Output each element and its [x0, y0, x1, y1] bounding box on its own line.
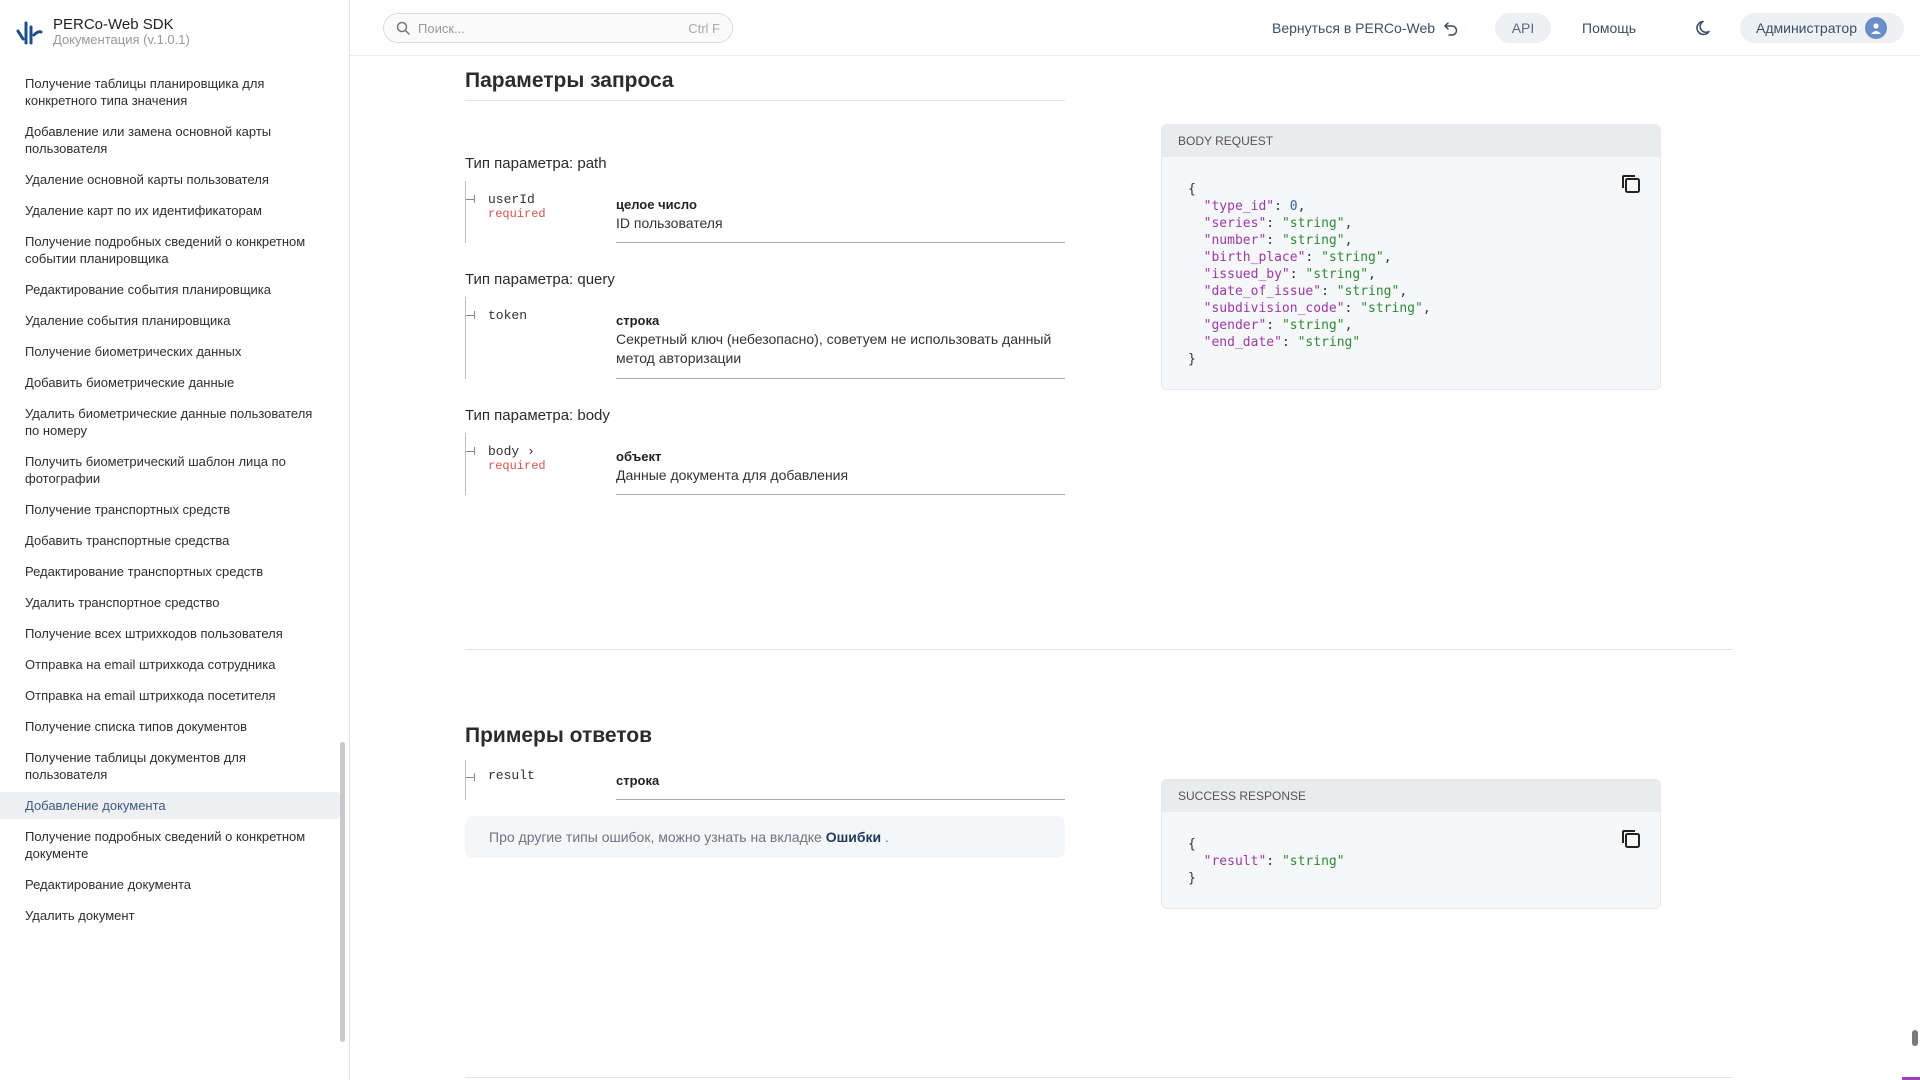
request-params-title: Параметры запроса: [465, 69, 674, 92]
top-header: Ctrl F Вернуться в PERCo-Web API Помощь …: [350, 0, 1920, 56]
param-type: строка: [616, 313, 660, 328]
body-request-panel: BODY REQUEST { "type_id": 0, "series": "…: [1161, 124, 1661, 390]
param-type-query: Тип параметра: query: [465, 271, 615, 288]
param-row-userId: userId required целое число ID пользоват…: [465, 181, 1065, 243]
param-required: required: [488, 207, 546, 221]
sidebar-item[interactable]: Получение списка типов документов: [0, 713, 340, 740]
param-name: userId: [488, 192, 535, 207]
success-response-panel: SUCCESS RESPONSE { "result": "string" }: [1161, 779, 1661, 909]
panel-title: BODY REQUEST: [1162, 125, 1660, 157]
back-label: Вернуться в PERCo-Web: [1272, 20, 1436, 36]
note-suffix: .: [885, 829, 889, 845]
param-description: Данные документа для добавления: [616, 467, 849, 483]
sidebar-item[interactable]: Редактирование документа: [0, 871, 340, 898]
sidebar-item[interactable]: Добавить биометрические данные: [0, 369, 340, 396]
param-required: required: [488, 459, 546, 473]
sidebar-item[interactable]: Редактирование транспортных средств: [0, 558, 340, 585]
param-description: ID пользователя: [616, 215, 723, 231]
sidebar-item[interactable]: Отправка на email штрихкода сотрудника: [0, 651, 340, 678]
body-request-code: { "type_id": 0, "series": "string", "num…: [1188, 182, 1431, 367]
user-menu-button[interactable]: Администратор: [1740, 13, 1904, 43]
param-name-expandable[interactable]: body ›: [488, 444, 535, 459]
sidebar-item[interactable]: Получение подробных сведений о конкретно…: [0, 228, 340, 272]
sidebar-item[interactable]: Удаление карт по их идентификаторам: [0, 197, 340, 224]
param-type: объект: [616, 449, 662, 464]
sidebar-item[interactable]: Удаление основной карты пользователя: [0, 166, 340, 193]
copy-icon[interactable]: [1620, 173, 1642, 195]
sidebar-item[interactable]: Получение всех штрихкодов пользователя: [0, 620, 340, 647]
param-type: строка: [616, 773, 660, 788]
sidebar-item[interactable]: Получить биометрический шаблон лица по ф…: [0, 448, 340, 492]
sidebar-scrollbar[interactable]: [340, 742, 345, 1042]
undo-arrow-icon: [1444, 22, 1458, 36]
api-button[interactable]: API: [1495, 13, 1551, 43]
sidebar-item[interactable]: Удалить документ: [0, 902, 340, 929]
help-link[interactable]: Помощь: [1582, 13, 1636, 43]
param-type-body: Тип параметра: body: [465, 407, 610, 424]
copy-icon[interactable]: [1620, 828, 1642, 850]
param-type-path: Тип параметра: path: [465, 155, 607, 172]
theme-toggle-button[interactable]: [1693, 13, 1717, 43]
main-scrollbar[interactable]: [1912, 1030, 1918, 1046]
brand-subtitle: Документация (v.1.0.1): [53, 32, 190, 47]
param-name: token: [488, 308, 528, 323]
main-content: Параметры запроса Тип параметра: path us…: [350, 57, 1920, 1080]
param-row-body[interactable]: body › required объект Данные документа …: [465, 433, 1065, 495]
back-to-perco-link[interactable]: Вернуться в PERCo-Web: [1272, 13, 1459, 43]
param-description: Секретный ключ (небезопасно), советуем н…: [616, 331, 1052, 366]
param-type: целое число: [616, 197, 697, 212]
param-row-result: result строка: [465, 760, 1065, 800]
sidebar-item[interactable]: Получение биометрических данных: [0, 338, 340, 365]
section-divider: [465, 649, 1733, 650]
responses-title: Примеры ответов: [465, 724, 653, 747]
title-divider: [465, 100, 1065, 101]
sidebar-item[interactable]: Получение подробных сведений о конкретно…: [0, 823, 340, 867]
brand[interactable]: PERCo-Web SDK Документация (v.1.0.1): [14, 14, 190, 50]
sidebar-item[interactable]: Отправка на email штрихкода посетителя: [0, 682, 340, 709]
sidebar-item[interactable]: Удаление события планировщика: [0, 307, 340, 334]
search-input[interactable]: [418, 20, 689, 36]
sidebar-item[interactable]: Редактирование события планировщика: [0, 276, 340, 303]
success-response-code: { "result": "string" }: [1188, 837, 1345, 886]
sidebar-nav: Получение таблицы планировщика для конкр…: [0, 70, 340, 933]
panel-title: SUCCESS RESPONSE: [1162, 780, 1660, 812]
sidebar-item-active[interactable]: Добавление документа: [0, 792, 340, 819]
search-box[interactable]: Ctrl F: [383, 13, 733, 43]
sidebar-item[interactable]: Получение таблицы документов для пользов…: [0, 744, 340, 788]
search-shortcut: Ctrl F: [688, 20, 720, 36]
sidebar-item[interactable]: Удалить биометрические данные пользовате…: [0, 400, 340, 444]
param-name: result: [488, 768, 535, 783]
sidebar-item[interactable]: Добавить транспортные средства: [0, 527, 340, 554]
sidebar-item[interactable]: Получение таблицы планировщика для конкр…: [0, 70, 340, 114]
user-avatar-icon: [1865, 17, 1888, 39]
perco-logo-icon: [16, 21, 43, 45]
param-row-token: token строка Секретный ключ (небезопасно…: [465, 297, 1065, 379]
moon-icon: [1696, 20, 1710, 36]
note-text: Про другие типы ошибок, можно узнать на …: [489, 829, 822, 845]
errors-tab-link[interactable]: Ошибки: [826, 829, 881, 845]
sidebar-item[interactable]: Удалить транспортное средство: [0, 589, 340, 616]
sidebar-item[interactable]: Добавление или замена основной карты пол…: [0, 118, 340, 162]
errors-note: Про другие типы ошибок, можно узнать на …: [465, 816, 1065, 858]
sidebar-item[interactable]: Получение транспортных средств: [0, 496, 340, 523]
user-label: Администратор: [1756, 20, 1858, 36]
search-icon: [396, 21, 410, 35]
sidebar: PERCo-Web SDK Документация (v.1.0.1) Пол…: [0, 0, 350, 1080]
section-divider-bottom: [465, 1077, 1733, 1078]
brand-title: PERCo-Web SDK: [53, 16, 174, 33]
